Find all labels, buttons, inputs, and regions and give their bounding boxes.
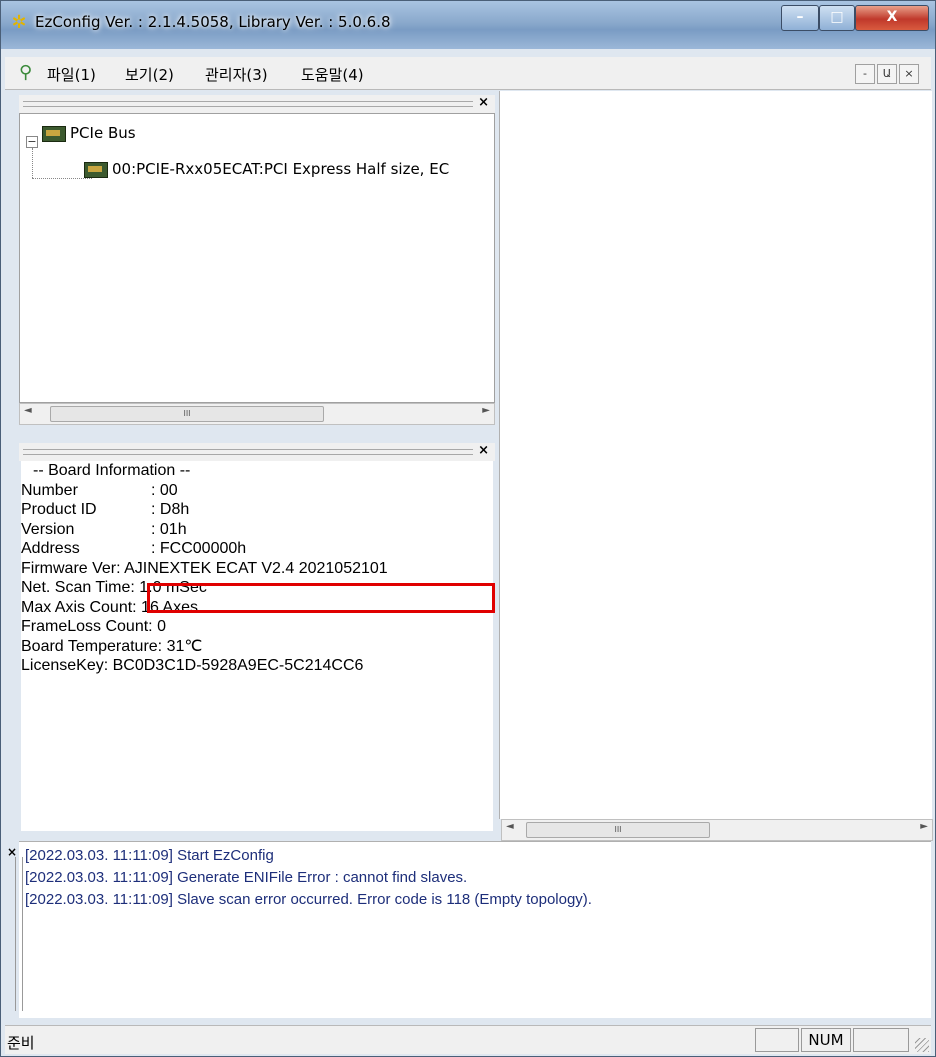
info-pane-header[interactable]: × (19, 443, 495, 461)
info-row-product-id: Product ID : D8h (21, 501, 190, 518)
log-grip[interactable] (15, 857, 23, 1011)
log-entry: [2022.03.03. 11:11:09] Slave scan error … (25, 891, 592, 908)
menu-help[interactable]: 도움말(4) (301, 64, 364, 85)
tree-node-label: PCIe Bus (70, 124, 136, 142)
scroll-thumb[interactable]: III (526, 822, 710, 838)
info-row-frameloss: FrameLoss Count : 0 (21, 618, 166, 635)
info-row-temperature: Board Temperature : 31℃ (21, 637, 203, 655)
info-row-scan-time: Net. Scan Time : 1.0 mSec (21, 579, 207, 596)
scroll-right-icon[interactable]: ► (920, 821, 928, 832)
pci-card-icon (84, 161, 108, 178)
tree-hscrollbar[interactable]: ◄ III ► (19, 403, 495, 425)
status-indicator-caps (755, 1028, 799, 1052)
main-view-pane[interactable] (499, 91, 932, 819)
drag-grip[interactable] (23, 101, 473, 107)
log-panel[interactable] (19, 841, 931, 1018)
info-row-number: Number : 00 (21, 481, 178, 499)
minimize-button[interactable]: – (781, 5, 819, 31)
app-icon: ✲ (11, 12, 27, 33)
scroll-right-icon[interactable]: ► (482, 405, 490, 416)
tree-line (32, 178, 92, 179)
status-indicator-scroll (853, 1028, 909, 1052)
mdi-close-button[interactable]: × (899, 64, 919, 84)
device-tree[interactable]: − PCIe Bus 00:PCIE-Rxx05ECAT:PCI Express… (19, 113, 495, 403)
user-search-icon[interactable]: ⚲ (19, 62, 32, 83)
scroll-thumb[interactable]: III (50, 406, 324, 422)
collapse-icon[interactable]: − (26, 136, 38, 148)
tree-pane-header[interactable]: × (19, 95, 495, 113)
info-row-max-axis: Max Axis Count : 16 Axes (21, 598, 198, 616)
close-button[interactable]: X (855, 5, 929, 31)
log-entry: [2022.03.03. 11:11:09] Generate ENIFile … (25, 869, 468, 886)
status-bar: 준비 NUM (5, 1025, 931, 1054)
main-hscrollbar[interactable]: ◄ III ► (501, 819, 933, 841)
log-entry: [2022.03.03. 11:11:09] Start EzConfig (25, 847, 274, 864)
maximize-button[interactable]: □ (819, 5, 855, 31)
menu-manager[interactable]: 관리자(3) (205, 64, 268, 85)
info-row-version: Version : 01h (21, 520, 187, 538)
tree-node-board[interactable]: 00:PCIE-Rxx05ECAT:PCI Express Half size,… (84, 160, 449, 178)
drag-grip[interactable] (23, 449, 473, 455)
scroll-left-icon[interactable]: ◄ (506, 821, 514, 832)
tree-node-label: 00:PCIE-Rxx05ECAT:PCI Express Half size,… (112, 160, 450, 178)
status-text: 준비 (7, 1034, 35, 1052)
menu-view[interactable]: 보기(2) (125, 64, 174, 85)
scroll-left-icon[interactable]: ◄ (24, 405, 32, 416)
resize-grip-icon[interactable] (915, 1038, 929, 1052)
window-title: EzConfig Ver. : 2.1.4.5058, Library Ver.… (35, 13, 391, 31)
mdi-restore-button[interactable]: Ա (877, 64, 897, 84)
info-row-license: LicenseKey : BC0D3C1D-5928A9EC-5C214CC6 (21, 657, 364, 674)
info-row-address: Address : FCC00000h (21, 540, 247, 557)
tree-node-pcie-bus[interactable]: PCIe Bus (42, 124, 136, 142)
status-indicator-num: NUM (801, 1028, 851, 1052)
board-info-header: -- Board Information -- (33, 462, 191, 479)
mdi-minimize-button[interactable]: - (855, 64, 875, 84)
board-info-panel: -- Board Information -- Number : 00 Prod… (21, 461, 493, 831)
menu-file[interactable]: 파일(1) (47, 64, 96, 85)
title-bar[interactable]: ✲ EzConfig Ver. : 2.1.4.5058, Library Ve… (1, 1, 935, 49)
tree-pane-close-icon[interactable]: × (478, 95, 489, 110)
pci-card-icon (42, 125, 66, 142)
tree-line (32, 148, 34, 178)
info-pane-close-icon[interactable]: × (478, 443, 489, 458)
info-row-firmware: Firmware Ver : AJINEXTEK ECAT V2.4 20210… (21, 559, 388, 577)
app-window: ✲ EzConfig Ver. : 2.1.4.5058, Library Ve… (0, 0, 936, 1057)
menu-bar: ⚲ 파일(1) 보기(2) 관리자(3) 도움말(4) - Ա × (5, 57, 931, 90)
